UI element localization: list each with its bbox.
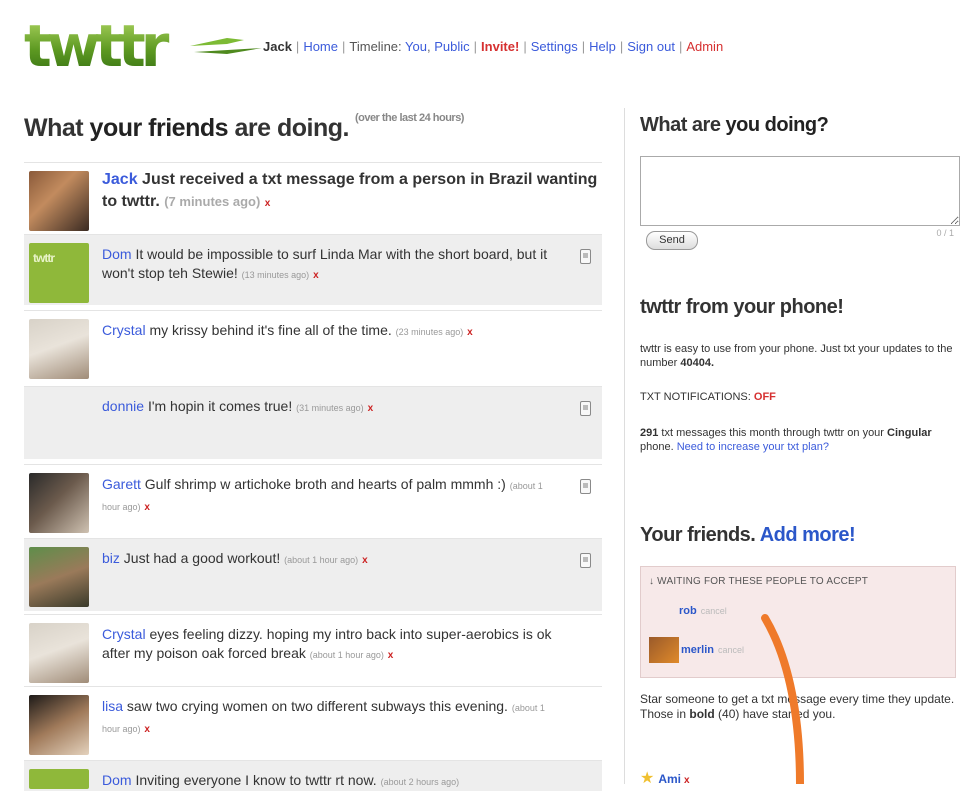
status-row: biz Just had a good workout! (about 1 ho… (24, 538, 602, 611)
current-user: Jack (263, 39, 292, 54)
increase-plan-link[interactable]: Need to increase your txt plan? (677, 441, 829, 453)
status-user-link[interactable]: Garett (102, 476, 141, 492)
phone-heading: twttr from your phone! (640, 296, 844, 318)
status-row: lisa saw two crying women on two differe… (24, 686, 602, 761)
status-user-link[interactable]: Jack (102, 171, 138, 188)
status-time[interactable]: (about 1 hour ago) (310, 650, 384, 660)
status-text: Crystal eyes feeling dizzy. hoping my in… (102, 626, 552, 661)
title-note: (over the last 24 hours) (354, 112, 465, 124)
nav-settings-link[interactable]: Settings (531, 39, 578, 54)
delete-icon[interactable]: x (362, 555, 368, 566)
star-icon[interactable]: ★ (640, 770, 654, 787)
send-button[interactable]: Send (646, 231, 698, 250)
pending-heading: ↓ WAITING FOR THESE PEOPLE TO ACCEPT (649, 576, 869, 587)
delete-icon[interactable]: x (467, 327, 473, 338)
notifications-toggle[interactable]: OFF (754, 391, 776, 403)
nav-signout-link[interactable]: Sign out (627, 39, 675, 54)
friend-link[interactable]: rob (679, 605, 697, 617)
nav-home-link[interactable]: Home (303, 39, 338, 54)
nav-admin-link[interactable]: Admin (686, 39, 723, 54)
char-counter: 0 / 1 (936, 228, 954, 238)
status-time[interactable]: (about 1 hour ago) (284, 555, 358, 565)
doing-heading: What are you doing? (640, 114, 829, 136)
pending-friend: merlin cancel (681, 644, 744, 656)
status-text: biz Just had a good workout! (about 1 ho… (102, 550, 368, 566)
status-text: Dom Inviting everyone I know to twttr rt… (102, 772, 460, 788)
twttr-logo[interactable]: twttr (22, 6, 262, 80)
status-row: Jack Just received a txt message from a … (24, 162, 602, 231)
status-user-link[interactable]: Dom (102, 772, 132, 788)
status-user-link[interactable]: biz (102, 550, 120, 566)
delete-icon[interactable]: x (388, 650, 394, 661)
status-time[interactable]: (31 minutes ago) (296, 403, 364, 413)
pending-friend: rob cancel (679, 605, 727, 617)
avatar[interactable] (29, 547, 89, 607)
status-text: Crystal my krissy behind it's fine all o… (102, 322, 473, 338)
avatar[interactable] (29, 769, 89, 789)
status-time[interactable]: (7 minutes ago) (164, 194, 260, 209)
avatar[interactable] (29, 319, 89, 379)
phone-icon[interactable] (580, 249, 591, 264)
friend-link[interactable]: merlin (681, 644, 714, 656)
txt-notifications: TXT NOTIFICATIONS: OFF (640, 391, 776, 403)
status-row: Garett Gulf shrimp w artichoke broth and… (24, 464, 602, 535)
status-time[interactable]: (13 minutes ago) (242, 270, 310, 280)
status-text: lisa saw two crying women on two differe… (102, 698, 545, 735)
phone-icon[interactable] (580, 553, 591, 568)
cancel-link[interactable]: cancel (701, 606, 727, 616)
status-text: Jack Just received a txt message from a … (102, 171, 598, 210)
avatar[interactable] (29, 473, 89, 533)
status-text: donnie I'm hopin it comes true! (31 minu… (102, 398, 374, 414)
nav-timeline-public-link[interactable]: Public (434, 39, 469, 54)
page-title: What your friends are doing. (over the la… (24, 112, 465, 142)
status-time[interactable]: (about 2 hours ago) (381, 777, 460, 787)
status-text: Dom It would be impossible to surf Linda… (102, 246, 548, 281)
nav-help-link[interactable]: Help (589, 39, 616, 54)
status-row: Dom Inviting everyone I know to twttr rt… (24, 760, 602, 791)
starred-friend: ★ Ami x (640, 768, 690, 788)
timeline-label: Timeline: (349, 39, 402, 54)
pending-friends-box: ↓ WAITING FOR THESE PEOPLE TO ACCEPT rob… (640, 566, 956, 678)
avatar[interactable] (29, 623, 89, 683)
delete-icon[interactable]: x (265, 198, 271, 209)
top-navigation: Jack | Home | Timeline: You, Public | Invite! |… (263, 39, 724, 54)
status-input[interactable] (640, 156, 960, 226)
avatar[interactable] (29, 695, 89, 755)
nav-timeline-you-link[interactable]: You (405, 39, 427, 54)
delete-icon[interactable]: x (368, 403, 374, 414)
status-user-link[interactable]: donnie (102, 398, 144, 414)
svg-text:twttr: twttr (24, 12, 170, 80)
avatar[interactable] (649, 637, 679, 663)
delete-icon[interactable]: x (144, 724, 150, 735)
status-user-link[interactable]: Crystal (102, 626, 146, 642)
status-row: Crystal my krissy behind it's fine all o… (24, 310, 602, 381)
status-row: twttr Dom It would be impossible to surf… (24, 234, 602, 305)
status-row: donnie I'm hopin it comes true! (31 minu… (24, 386, 602, 459)
avatar[interactable]: twttr (29, 243, 89, 303)
status-user-link[interactable]: Dom (102, 246, 132, 262)
txt-usage: 291 txt messages this month through twtt… (640, 427, 932, 453)
status-time[interactable]: (23 minutes ago) (396, 327, 464, 337)
status-row: Crystal eyes feeling dizzy. hoping my in… (24, 614, 602, 687)
remove-icon[interactable]: x (684, 775, 690, 786)
status-user-link[interactable]: lisa (102, 698, 123, 714)
friends-heading: Your friends. Add more! (640, 524, 856, 546)
friends-timeline: What your friends are doing. (over the la… (24, 108, 602, 791)
nav-invite-link[interactable]: Invite! (481, 39, 519, 54)
phone-icon[interactable] (580, 479, 591, 494)
column-divider (624, 108, 625, 784)
status-user-link[interactable]: Crystal (102, 322, 146, 338)
delete-icon[interactable]: x (313, 270, 319, 281)
phone-info: twttr is easy to use from your phone. Ju… (640, 343, 953, 369)
delete-icon[interactable]: x (144, 502, 150, 513)
phone-icon[interactable] (580, 401, 591, 416)
add-more-link[interactable]: Add more! (760, 524, 856, 546)
status-text: Garett Gulf shrimp w artichoke broth and… (102, 476, 543, 513)
cancel-link[interactable]: cancel (718, 645, 744, 655)
avatar[interactable] (29, 171, 89, 231)
star-help-text: Star someone to get a txt message every … (640, 692, 955, 721)
